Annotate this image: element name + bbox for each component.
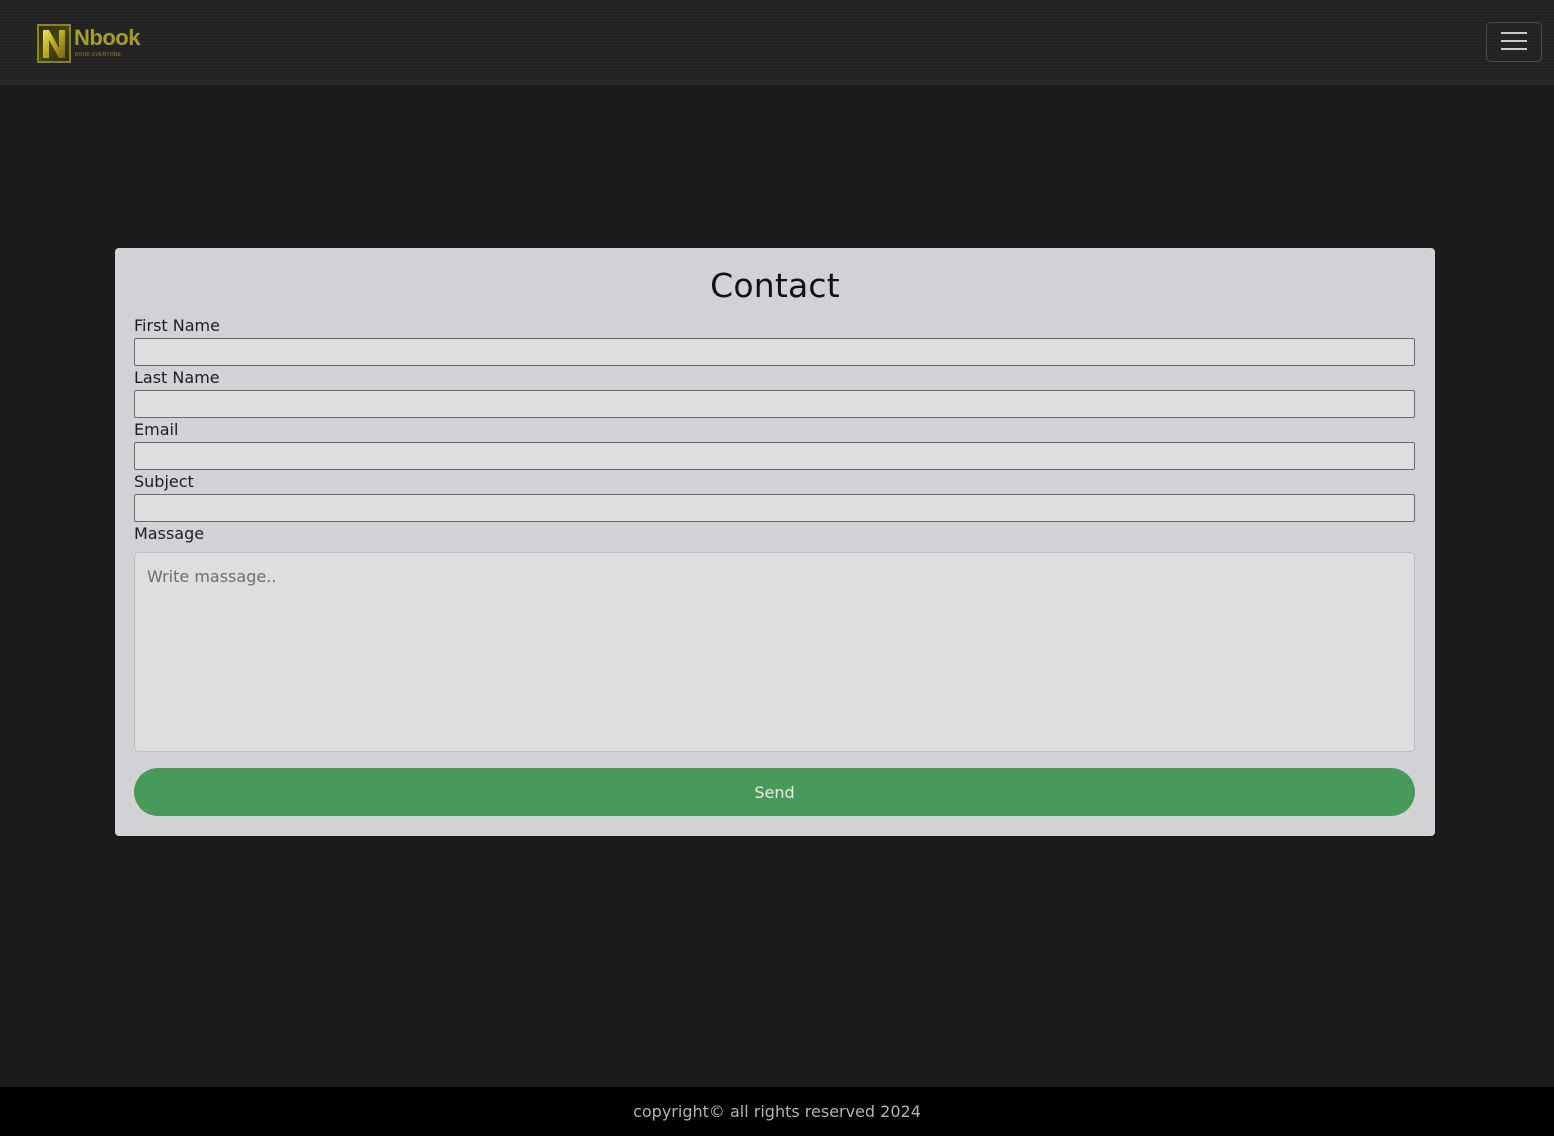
menu-toggle-button[interactable] bbox=[1486, 22, 1542, 62]
brand-tagline: BOOK EVERYONE bbox=[75, 52, 122, 58]
message-label: Massage bbox=[134, 524, 205, 543]
last-name-label: Last Name bbox=[134, 368, 220, 387]
send-button[interactable]: Send bbox=[134, 768, 1415, 816]
brand-name: Nbook bbox=[74, 25, 140, 50]
contact-form-card: Contact First Name Last Name Email Subje… bbox=[115, 248, 1435, 836]
page-title: Contact bbox=[710, 266, 840, 305]
first-name-field[interactable] bbox=[134, 338, 1415, 366]
hamburger-menu-icon bbox=[1501, 31, 1527, 54]
navbar: Nbook BOOK EVERYONE bbox=[0, 0, 1554, 85]
copyright-text: copyright© all rights reserved 2024 bbox=[633, 1102, 921, 1121]
logo-mark-icon bbox=[37, 24, 71, 63]
first-name-label: First Name bbox=[134, 316, 220, 335]
footer: copyright© all rights reserved 2024 bbox=[0, 1087, 1554, 1136]
brand-logo[interactable]: Nbook BOOK EVERYONE bbox=[37, 23, 147, 63]
email-label: Email bbox=[134, 420, 179, 439]
subject-label: Subject bbox=[134, 472, 194, 491]
email-field[interactable] bbox=[134, 442, 1415, 470]
message-textarea[interactable] bbox=[134, 552, 1415, 752]
page: Nbook BOOK EVERYONE Contact First Name L… bbox=[0, 0, 1554, 1136]
subject-field[interactable] bbox=[134, 494, 1415, 522]
last-name-field[interactable] bbox=[134, 390, 1415, 418]
